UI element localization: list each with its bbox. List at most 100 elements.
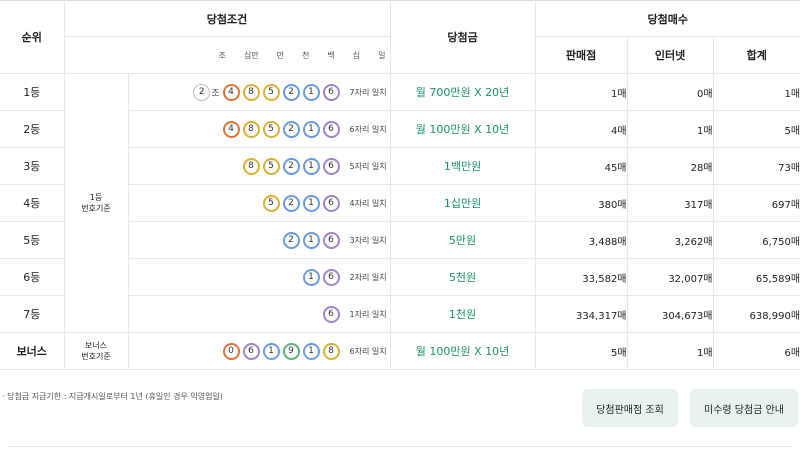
prize-cell: 5만원 xyxy=(390,221,536,259)
match-label: 5자리 일치 xyxy=(349,161,387,171)
digit-label: 백 xyxy=(327,50,335,60)
prize-cell: 월 700만원 X 20년 xyxy=(390,73,536,111)
winning-numbers: 8 5 2 1 6 5자리 일치 xyxy=(128,147,391,185)
group-label: 조 xyxy=(211,88,220,99)
winning-numbers: 1 6 2자리 일치 xyxy=(128,258,391,296)
match-label: 6자리 일치 xyxy=(349,124,387,134)
store-count-cell: 3,488매 xyxy=(535,221,628,259)
rank-cell: 4등 xyxy=(0,184,65,222)
internet-count-cell: 1매 xyxy=(627,332,714,370)
header-store: 판매점 xyxy=(535,36,628,74)
store-count-cell: 45매 xyxy=(535,147,628,185)
total-count-cell: 1매 xyxy=(713,73,800,111)
internet-count-cell: 1매 xyxy=(627,110,714,148)
number-ball: 6 xyxy=(322,305,340,323)
total-count-cell: 5매 xyxy=(713,110,800,148)
digit-label: 십 xyxy=(352,50,361,60)
store-count-cell: 5매 xyxy=(535,332,628,370)
rank-cell: 7등 xyxy=(0,295,65,333)
payout-deadline-note: · 당첨금 지급기한 : 지급개시일로부터 1년 (휴일인 경우 익영업일) xyxy=(2,392,223,401)
internet-count-cell: 317매 xyxy=(627,184,714,222)
number-ball: 2 xyxy=(282,231,300,249)
number-ball: 0 xyxy=(222,342,240,360)
number-ball: 6 xyxy=(322,157,340,175)
number-ball: 2 xyxy=(282,83,300,101)
prize-cell: 1십만원 xyxy=(390,184,536,222)
number-ball: 5 xyxy=(262,157,280,175)
divider xyxy=(8,446,792,447)
number-ball: 2 xyxy=(193,83,211,101)
rank-cell: 2등 xyxy=(0,110,65,148)
unclaimed-prize-button[interactable]: 미수령 당첨금 안내 xyxy=(690,389,798,427)
total-count-cell: 697매 xyxy=(713,184,800,222)
number-ball: 9 xyxy=(282,342,300,360)
number-ball: 6 xyxy=(242,342,260,360)
winning-numbers: 2 조 4 8 5 2 1 6 7자리 일치 xyxy=(128,73,391,111)
internet-count-cell: 3,262매 xyxy=(627,221,714,259)
number-ball: 6 xyxy=(322,231,340,249)
results-table: 순위 당첨조건 당첨금 당첨매수 조 십만 만 천 백 십 일 판매점 인터넷 합계 1등 1… xyxy=(0,0,800,370)
total-count-cell: 73매 xyxy=(713,147,800,185)
number-ball: 6 xyxy=(322,268,340,286)
digit-label: 만 xyxy=(276,50,284,60)
match-label: 1자리 일치 xyxy=(349,309,387,319)
basis-label: 1등 xyxy=(89,193,103,202)
prize-cell: 5천원 xyxy=(390,258,536,296)
total-count-cell: 6,750매 xyxy=(713,221,800,259)
result-row: 보너스 보너스 번호기준 0 6 1 9 1 8 6자리 일치 월 100만원 X 10년 5매 1매 6… xyxy=(0,332,800,370)
number-ball: 6 xyxy=(322,194,340,212)
internet-count-cell: 304,673매 xyxy=(627,295,714,333)
number-ball: 5 xyxy=(262,83,280,101)
number-ball: 1 xyxy=(302,268,320,286)
header-condition: 당첨조건 xyxy=(64,0,391,37)
match-label: 6자리 일치 xyxy=(349,346,387,356)
number-ball: 1 xyxy=(302,194,320,212)
main-basis-cell: 1등번호기준 xyxy=(64,73,129,333)
store-count-cell: 4매 xyxy=(535,110,628,148)
total-count-cell: 65,589매 xyxy=(713,258,800,296)
winning-numbers: 5 2 1 6 4자리 일치 xyxy=(128,184,391,222)
rank-cell: 5등 xyxy=(0,221,65,259)
number-ball: 8 xyxy=(242,83,260,101)
number-ball: 2 xyxy=(282,157,300,175)
number-ball: 4 xyxy=(222,83,240,101)
store-count-cell: 380매 xyxy=(535,184,628,222)
header-digits: 조 십만 만 천 백 십 일 xyxy=(64,36,391,74)
bonus-basis-cell: 보너스번호기준 xyxy=(64,332,129,370)
prize-cell: 월 100만원 X 10년 xyxy=(390,110,536,148)
winning-numbers: 6 1자리 일치 xyxy=(128,295,391,333)
store-count-cell: 33,582매 xyxy=(535,258,628,296)
header-total: 합계 xyxy=(713,36,800,74)
number-ball: 8 xyxy=(322,342,340,360)
rank-cell: 6등 xyxy=(0,258,65,296)
winning-stores-button[interactable]: 당첨판매점 조회 xyxy=(582,389,678,427)
number-ball: 5 xyxy=(262,194,280,212)
digit-label: 천 xyxy=(302,50,310,60)
store-count-cell: 334,317매 xyxy=(535,295,628,333)
basis-label: 번호기준 xyxy=(81,352,111,361)
winning-numbers: 0 6 1 9 1 8 6자리 일치 xyxy=(128,332,391,370)
number-ball: 5 xyxy=(262,120,280,138)
store-count-cell: 1매 xyxy=(535,73,628,111)
header-count: 당첨매수 xyxy=(535,0,800,37)
basis-label: 보너스 xyxy=(84,341,108,350)
result-row: 1등 1등 번호기준 2 조 4 8 5 2 1 6 7자리 일치 월 700만원 X 20년 1매 0매 1… xyxy=(0,73,800,333)
number-ball: 1 xyxy=(302,342,320,360)
number-ball: 1 xyxy=(302,83,320,101)
match-label: 2자리 일치 xyxy=(349,272,387,282)
number-ball: 4 xyxy=(222,120,240,138)
number-ball: 8 xyxy=(242,120,260,138)
total-count-cell: 638,990매 xyxy=(713,295,800,333)
digit-label: 조 xyxy=(218,50,226,60)
number-ball: 1 xyxy=(262,342,280,360)
total-count-cell: 6매 xyxy=(713,332,800,370)
number-ball: 1 xyxy=(302,231,320,249)
prize-cell: 1천원 xyxy=(390,295,536,333)
match-label: 7자리 일치 xyxy=(349,87,387,97)
basis-label: 번호기준 xyxy=(81,204,111,213)
match-label: 4자리 일치 xyxy=(349,198,387,208)
number-ball: 8 xyxy=(242,157,260,175)
rank-cell: 보너스 xyxy=(0,332,65,370)
number-ball: 1 xyxy=(302,120,320,138)
prize-cell: 월 100만원 X 10년 xyxy=(390,332,536,370)
